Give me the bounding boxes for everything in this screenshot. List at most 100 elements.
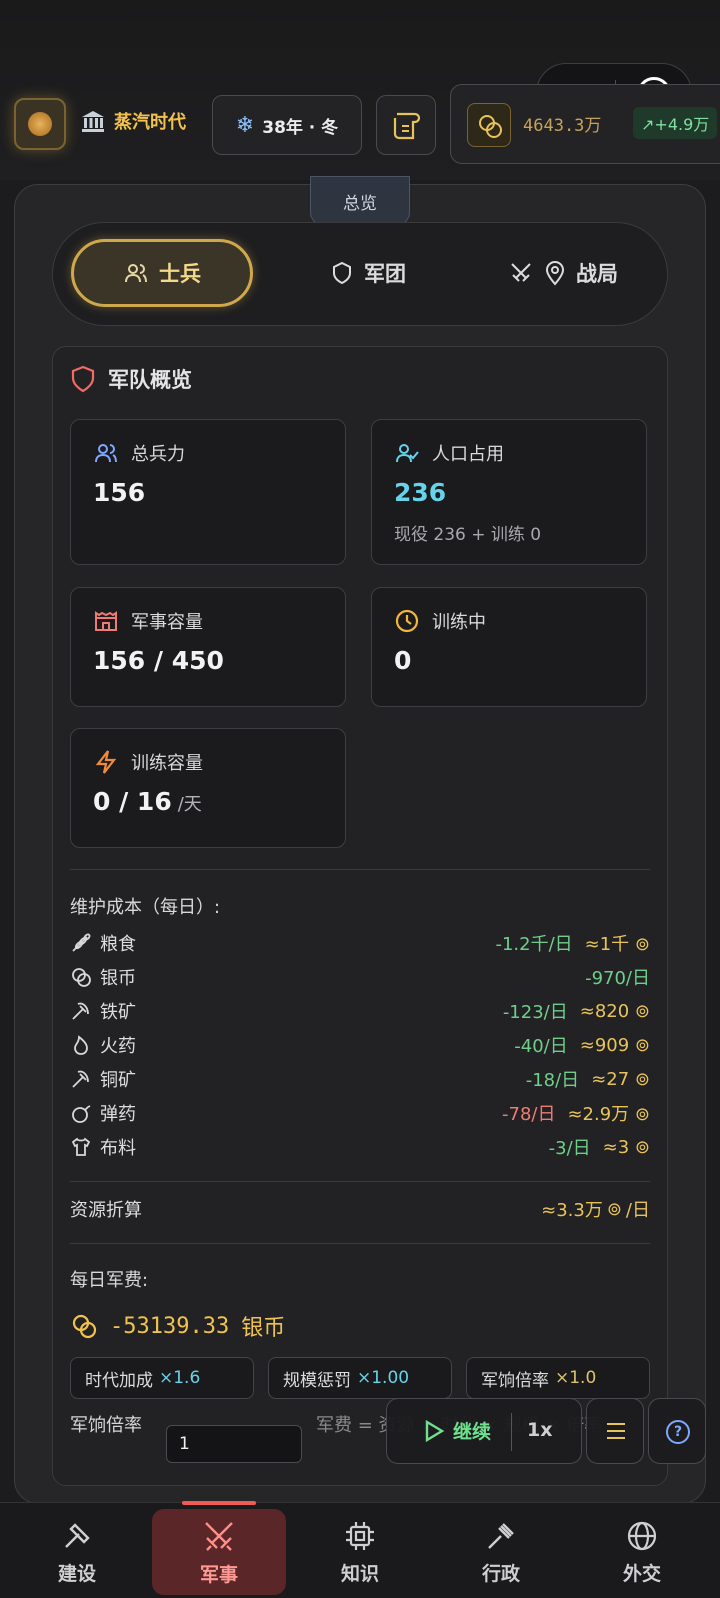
era-indicator[interactable]: 蒸汽时代 (80, 108, 186, 134)
silver-coin-icon: ⊚ (629, 1000, 650, 1022)
upkeep-row-gunpowder: 火药 -40/日 ≈909 ⊚ (70, 1032, 650, 1062)
era-coin-icon (28, 112, 52, 136)
upkeep-approx: ≈3 ⊚ (602, 1136, 650, 1158)
nav-label: 知识 (340, 1562, 379, 1585)
chip-icon (346, 1521, 374, 1550)
silver-coin-icon (72, 1314, 97, 1339)
continue-button[interactable]: 继续 (423, 1417, 491, 1444)
silver-coin-icon: ⊚ (629, 1104, 650, 1125)
daily-fee-unit: 银币 (241, 1316, 286, 1341)
upkeep-rate: -1.2千/日 (495, 934, 573, 955)
shirt-icon (71, 1137, 91, 1156)
modifier-era-bonus: 时代加成 ×1.6 (70, 1357, 254, 1399)
daily-fee-value: -53139.33 (110, 1313, 230, 1339)
upkeep-rate: -18/日 (525, 1070, 580, 1091)
silver-resource-pill[interactable]: 4643.3万 ↗+4.9万 (450, 84, 720, 164)
hammer-icon (65, 1522, 90, 1548)
nav-knowledge[interactable]: 知识 (293, 1509, 427, 1595)
card-title: 军队概览 (70, 364, 192, 394)
modifier-scale-penalty: 规模惩罚 ×1.00 (268, 1357, 452, 1399)
gavel-icon (488, 1522, 514, 1549)
stat-detail: 现役 236 + 训练 0 (394, 525, 542, 545)
modifier-value: ×1.0 (555, 1368, 597, 1388)
modifier-label: 军饷倍率 (481, 1370, 549, 1391)
scroll-icon (393, 112, 421, 140)
tab-battlefield[interactable]: 战局 (473, 239, 653, 307)
tab-soldiers[interactable]: 士兵 (71, 239, 253, 307)
pay-rate-label: 军饷倍率 (70, 1415, 142, 1436)
card-title-label: 军队概览 (108, 368, 192, 392)
silver-coin-icon (467, 103, 511, 147)
resource-name: 铜矿 (100, 1070, 136, 1091)
upkeep-approx: ≈2.9万 ⊚ (567, 1104, 650, 1125)
resource-name: 粮食 (100, 934, 136, 955)
menu-button[interactable] (586, 1398, 644, 1464)
modifier-value: ×1.6 (159, 1368, 201, 1388)
silver-amount: 4643.3万 (523, 116, 602, 136)
control-divider (511, 1413, 512, 1451)
stat-military-capacity: 军事容量 156 / 450 (70, 587, 346, 707)
date-season-pill[interactable]: ❄ 38年 · 冬 (212, 95, 362, 155)
help-button[interactable]: ? (648, 1398, 706, 1464)
upkeep-row-silver: 银币 -970/日 (70, 964, 650, 994)
crossed-swords-icon (511, 263, 531, 282)
era-label: 蒸汽时代 (114, 112, 186, 133)
stat-label: 训练中 (432, 612, 486, 633)
wheat-icon (72, 933, 91, 952)
date-label: 38年 · 冬 (262, 117, 339, 138)
upkeep-approx: ≈820 ⊚ (579, 1000, 650, 1022)
menu-icon (607, 1423, 625, 1439)
shield-icon (333, 261, 351, 285)
stat-population: 人口占用 236 现役 236 + 训练 0 (371, 419, 647, 565)
play-control[interactable]: 继续 1x (386, 1398, 582, 1464)
silver-coin-icon (72, 968, 91, 987)
resource-name: 银币 (100, 968, 136, 989)
nav-diplomacy[interactable]: 外交 (575, 1509, 709, 1595)
resource-name: 布料 (100, 1138, 136, 1159)
tab-battlefield-label: 战局 (576, 262, 618, 286)
stat-value: 156 (93, 478, 146, 507)
divider (70, 869, 650, 870)
bomb-icon (72, 1105, 91, 1123)
resource-name: 火药 (100, 1036, 136, 1057)
play-icon (425, 1419, 445, 1442)
nav-build[interactable]: 建设 (10, 1509, 144, 1595)
nav-label: 军事 (199, 1563, 238, 1586)
bottom-nav: 建设 军事 知识 行政 外交 (0, 1501, 720, 1598)
speed-button[interactable]: 1x (527, 1419, 552, 1441)
map-pin-icon (545, 261, 565, 286)
stat-label: 人口占用 (432, 444, 504, 465)
nav-label: 建设 (57, 1562, 96, 1585)
upkeep-row-iron: 铁矿 -123/日 ≈820 ⊚ (70, 998, 650, 1028)
overview-tab[interactable]: 总览 (310, 176, 410, 226)
nav-label: 外交 (622, 1562, 661, 1585)
upkeep-approx: ≈27 ⊚ (591, 1068, 650, 1090)
silver-coin-icon: ⊚ (629, 934, 650, 955)
upkeep-rate: -3/日 (548, 1138, 591, 1159)
museum-icon (82, 111, 104, 132)
nav-administration[interactable]: 行政 (434, 1509, 568, 1595)
stat-value: 156 / 450 (93, 646, 224, 675)
pickaxe-icon (72, 1002, 89, 1020)
continue-label: 继续 (453, 1421, 492, 1443)
stat-training: 训练中 0 (371, 587, 647, 707)
era-emblem-button[interactable] (14, 98, 66, 150)
modifier-label: 规模惩罚 (283, 1370, 351, 1391)
stat-label: 总兵力 (131, 444, 185, 465)
conversion-unit: /日 (625, 1200, 650, 1221)
nav-military[interactable]: 军事 (152, 1501, 286, 1595)
shield-icon (71, 365, 95, 393)
upkeep-rate: -40/日 (514, 1036, 568, 1057)
tab-legions[interactable]: 军团 (293, 239, 443, 307)
pay-rate-input[interactable] (166, 1425, 302, 1463)
stat-total-troops: 总兵力 156 (70, 419, 346, 565)
divider (70, 1181, 650, 1182)
modifier-pay-rate: 军饷倍率 ×1.0 (466, 1357, 650, 1399)
daily-fee: -53139.33 银币 (70, 1310, 285, 1342)
chronicle-button[interactable] (376, 95, 436, 155)
daily-fee-label: 每日军费: (70, 1270, 149, 1291)
resource-name: 铁矿 (100, 1002, 136, 1023)
stat-value: 0 / 16/天 (93, 787, 202, 816)
upkeep-row-cloth: 布料 -3/日 ≈3 ⊚ (70, 1134, 650, 1164)
conversion-value: ≈3.3万 (541, 1200, 603, 1221)
